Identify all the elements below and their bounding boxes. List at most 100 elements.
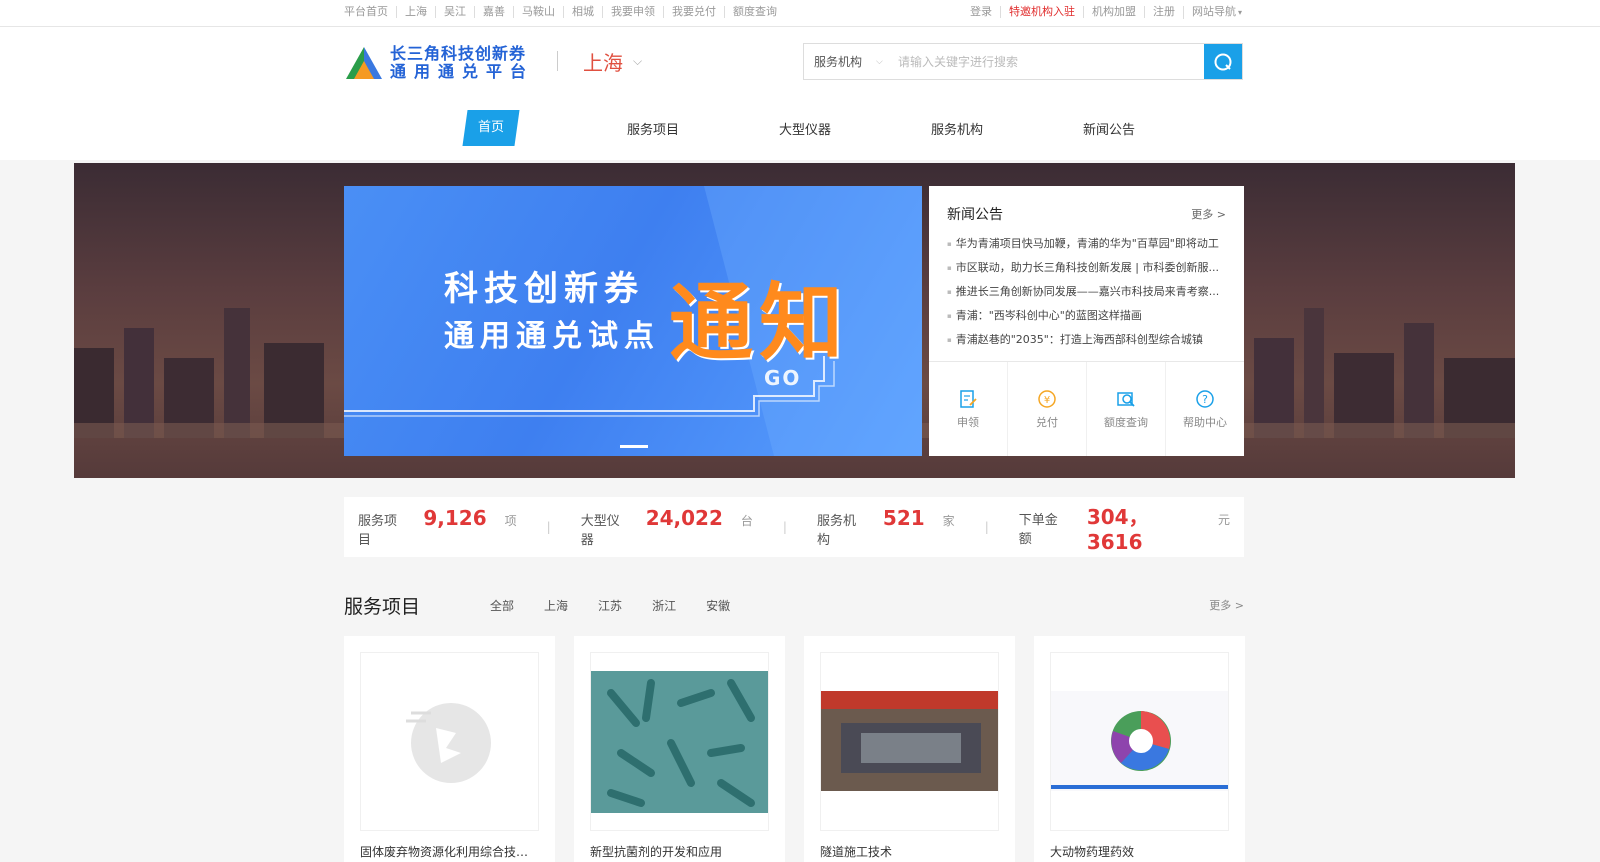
site-header: 长三角科技创新券 通用通兑平台 上海 ⌵ 服务机构 ⌵ 首页 服务项目 大型仪器… bbox=[0, 27, 1600, 160]
quick-redeem[interactable]: ¥ 兑付 bbox=[1007, 362, 1086, 456]
stat-unit: 家 bbox=[942, 514, 955, 528]
slide-highlight: 通知 bbox=[669, 274, 850, 372]
services-more-link[interactable]: 更多 > bbox=[1209, 597, 1244, 613]
service-card[interactable]: 大动物药理药效 bbox=[1034, 636, 1245, 862]
logo-triangle-icon bbox=[344, 45, 384, 81]
logo-line-2: 通用通兑平台 bbox=[390, 62, 535, 81]
quick-quota[interactable]: 额度查询 bbox=[1086, 362, 1165, 456]
news-more-link[interactable]: 更多 > bbox=[1191, 206, 1226, 222]
tab-jiangsu[interactable]: 江苏 bbox=[598, 597, 622, 614]
service-card-title: 新型抗菌剂的开发和应用 bbox=[590, 845, 723, 859]
city-selector[interactable]: 上海 ⌵ bbox=[583, 47, 642, 76]
services-title: 服务项目 bbox=[344, 595, 421, 618]
service-card-image bbox=[590, 652, 769, 831]
top-link-maanshan[interactable]: 马鞍山 bbox=[513, 6, 563, 18]
top-bar-right-links: 登录 特邀机构入驻 机构加盟 注册 网站导航 ▾ bbox=[970, 0, 1250, 24]
logo-text: 长三角科技创新券 通用通兑平台 bbox=[390, 45, 534, 81]
search-button[interactable] bbox=[1204, 44, 1242, 79]
stat-institutions: 服务机构 521 家 bbox=[817, 506, 955, 548]
quick-apply-label: 申领 bbox=[957, 416, 979, 429]
search-category-select[interactable]: 服务机构 ⌵ bbox=[804, 53, 898, 70]
stat-order-amount: 下单金额 304，3616 元 bbox=[1019, 501, 1230, 554]
service-card[interactable]: 隧道施工技术 bbox=[804, 636, 1015, 862]
tab-zhejiang[interactable]: 浙江 bbox=[652, 597, 676, 614]
news-item[interactable]: 华为青浦项目快马加鞭，青浦的华为"百草园"即将动工 bbox=[947, 232, 1226, 256]
stat-value: 24,022 bbox=[645, 506, 723, 530]
help-icon: ? bbox=[1196, 390, 1214, 408]
service-cards: 固体废弃物资源化利用综合技术... 新型抗菌剂的开发和应用 隧道施工技术 大动物… bbox=[344, 636, 1245, 862]
pharmacology-chart-image bbox=[1051, 653, 1228, 830]
top-link-jiashan[interactable]: 嘉善 bbox=[474, 6, 513, 18]
top-link-apply[interactable]: 我要申领 bbox=[602, 6, 663, 18]
tunnel-construction-image bbox=[821, 653, 998, 830]
nav-news[interactable]: 新闻公告 bbox=[1033, 119, 1185, 138]
nav-services[interactable]: 服务项目 bbox=[577, 119, 729, 138]
svg-text:?: ? bbox=[1202, 393, 1208, 406]
quick-apply[interactable]: 申领 bbox=[929, 362, 1007, 456]
search-icon bbox=[1214, 53, 1232, 70]
stat-unit: 项 bbox=[504, 514, 517, 528]
stat-services: 服务项目 9,126 项 bbox=[358, 506, 517, 548]
stat-divider: | bbox=[546, 520, 551, 534]
main-nav: 首页 服务项目 大型仪器 服务机构 新闻公告 bbox=[462, 110, 1185, 146]
nav-instruments[interactable]: 大型仪器 bbox=[729, 119, 881, 138]
top-link-home[interactable]: 平台首页 bbox=[344, 6, 396, 18]
quick-help[interactable]: ? 帮助中心 bbox=[1165, 362, 1244, 456]
news-item[interactable]: 推进长三角创新协同发展——嘉兴市科技局来青考察... bbox=[947, 280, 1226, 304]
search-input[interactable] bbox=[898, 44, 1204, 79]
service-card-title: 固体废弃物资源化利用综合技术... bbox=[360, 845, 539, 859]
stat-divider: | bbox=[984, 520, 989, 534]
top-link-quota[interactable]: 额度查询 bbox=[724, 6, 785, 18]
top-link-redeem[interactable]: 我要兑付 bbox=[663, 6, 724, 18]
top-bar-left-links: 平台首页 上海 吴江 嘉善 马鞍山 相城 我要申领 我要兑付 额度查询 bbox=[344, 0, 785, 24]
divider bbox=[557, 51, 558, 71]
news-list: 华为青浦项目快马加鞭，青浦的华为"百草园"即将动工 市区联动，助力长三角科技创新… bbox=[929, 232, 1244, 352]
search-bar: 服务机构 ⌵ bbox=[803, 43, 1243, 80]
stat-value: 304，3616 bbox=[1086, 504, 1149, 554]
news-title: 新闻公告 bbox=[947, 207, 1003, 223]
svg-text:¥: ¥ bbox=[1044, 395, 1050, 406]
quick-quota-label: 额度查询 bbox=[1104, 416, 1148, 429]
slide-line-2: 通用通兑试点 bbox=[444, 319, 660, 354]
invited-org-link[interactable]: 特邀机构入驻 bbox=[999, 6, 1083, 18]
register-link[interactable]: 注册 bbox=[1143, 6, 1183, 18]
service-card-image bbox=[820, 652, 999, 831]
nav-home[interactable]: 首页 bbox=[462, 110, 520, 146]
placeholder-image-icon bbox=[361, 653, 538, 830]
site-nav-link[interactable]: 网站导航 ▾ bbox=[1182, 5, 1250, 19]
stat-label: 大型仪器 bbox=[580, 514, 620, 548]
stats-bar: 服务项目 9,126 项 | 大型仪器 24,022 台 | 服务机构 521 … bbox=[344, 497, 1244, 557]
stat-unit: 台 bbox=[740, 514, 753, 528]
news-item[interactable]: 青浦："西岑科创中心"的蓝图这样描画 bbox=[947, 304, 1226, 328]
caret-down-icon: ▾ bbox=[1237, 7, 1242, 17]
top-bar: 平台首页 上海 吴江 嘉善 马鞍山 相城 我要申领 我要兑付 额度查询 登录 特… bbox=[0, 0, 1600, 27]
nav-home-label: 首页 bbox=[477, 120, 504, 135]
stat-label: 下单金额 bbox=[1018, 512, 1058, 547]
banner-slide[interactable]: 科技创新券 通用通兑试点 通知 GO bbox=[344, 186, 922, 456]
top-link-wujiang[interactable]: 吴江 bbox=[435, 6, 474, 18]
city-label: 上海 bbox=[583, 51, 623, 75]
quick-help-label: 帮助中心 bbox=[1183, 416, 1227, 429]
tab-all[interactable]: 全部 bbox=[490, 597, 514, 614]
tab-anhui[interactable]: 安徽 bbox=[706, 597, 730, 614]
service-card-image bbox=[360, 652, 539, 831]
news-item[interactable]: 市区联动，助力长三角科技创新发展 | 市科委创新服... bbox=[947, 256, 1226, 280]
tab-shanghai[interactable]: 上海 bbox=[544, 597, 568, 614]
news-item[interactable]: 青浦赵巷的"2035"：打造上海西部科创型综合城镇 bbox=[947, 328, 1226, 352]
quick-links: 申领 ¥ 兑付 额度查询 ? 帮助中心 bbox=[929, 361, 1244, 456]
services-section-header: 服务项目 全部 上海 江苏 浙江 安徽 更多 > bbox=[344, 590, 1244, 620]
site-logo[interactable]: 长三角科技创新券 通用通兑平台 bbox=[344, 43, 544, 83]
nav-institutions[interactable]: 服务机构 bbox=[881, 119, 1033, 138]
logo-line-1: 长三角科技创新券 bbox=[390, 44, 527, 63]
top-link-shanghai[interactable]: 上海 bbox=[396, 6, 435, 18]
chevron-down-icon: ⌵ bbox=[633, 54, 643, 68]
org-join-link[interactable]: 机构加盟 bbox=[1082, 6, 1144, 18]
quick-redeem-label: 兑付 bbox=[1036, 416, 1058, 429]
top-link-xiangcheng[interactable]: 相城 bbox=[563, 6, 602, 18]
service-card[interactable]: 固体废弃物资源化利用综合技术... bbox=[344, 636, 555, 862]
login-link[interactable]: 登录 bbox=[970, 6, 1000, 18]
slide-indicator[interactable] bbox=[620, 445, 648, 448]
bacteria-image bbox=[591, 653, 768, 830]
service-card[interactable]: 新型抗菌剂的开发和应用 bbox=[574, 636, 785, 862]
service-card-title: 大动物药理药效 bbox=[1050, 845, 1135, 859]
